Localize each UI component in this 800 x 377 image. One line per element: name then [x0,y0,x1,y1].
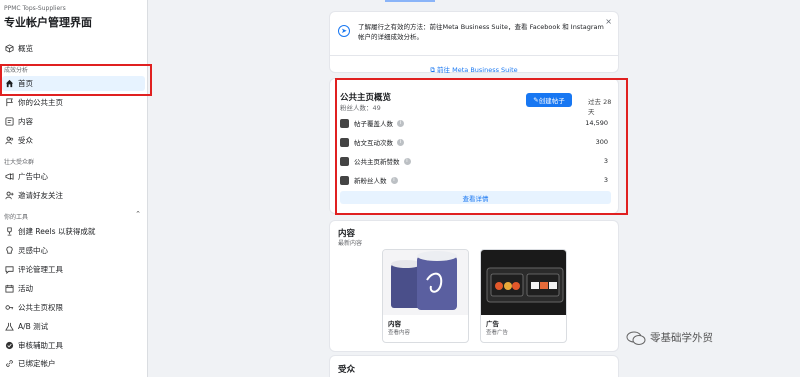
close-icon[interactable]: × [605,17,612,26]
org-name: PPMC Tops-Suppliers [4,5,66,12]
content-card: 内容 最新内容 内容 查看内容 广告 查看广告 [330,221,618,351]
annotation-box [335,78,628,215]
sidebar: PPMC Tops-Suppliers 专业帐户管理界面 概览 成效分析 ⌃ 首… [0,0,148,377]
sidebar-item-page-access[interactable]: 公共主页权限 [4,300,63,314]
trophy-icon [4,226,14,236]
sidebar-item-label: 创建 Reels 以获得成就 [18,226,96,236]
sidebar-item-review[interactable]: 审核辅助工具 [4,338,63,352]
sidebar-item-reels[interactable]: 创建 Reels 以获得成就 [4,224,95,238]
meta-suite-icon: ➤ [338,25,350,37]
content-icon [4,116,14,126]
tile-subtitle: 查看广告 [486,330,509,336]
audience-card: 受众 [330,356,618,377]
calendar-icon [4,283,14,293]
key-icon [4,302,14,312]
sidebar-item-label: 已绑定帐户 [18,358,56,368]
sidebar-item-label: 审核辅助工具 [18,340,63,350]
section-tools: 你的工具 [4,214,29,221]
sidebar-item-label: 广告中心 [18,171,48,181]
flag-icon [4,97,14,107]
badge-icon [4,340,14,350]
sidebar-item-label: 评论管理工具 [18,264,63,274]
sidebar-item-invite[interactable]: 邀请好友关注 [4,188,63,202]
sidebar-item-ad-center[interactable]: 广告中心 [4,169,48,183]
people-icon [4,135,14,145]
cup-image [383,250,468,315]
sidebar-item-label: 受众 [18,135,33,145]
divider [330,55,618,56]
comment-icon [4,264,14,274]
section-growth: 壮大受众群 [4,159,35,166]
sidebar-item-label: A/B 测试 [18,321,49,331]
bulb-icon [4,245,14,255]
ads-tile[interactable]: 广告 查看广告 [480,249,567,343]
go-meta-suite-link[interactable]: ⧉ 前往 Meta Business Suite [330,64,618,75]
sidebar-item-linked[interactable]: 已绑定帐户 [4,356,56,370]
sidebar-item-label: 公共主页权限 [18,302,63,312]
watermark: 零基础学外贸 [626,330,713,345]
tile-subtitle: 查看内容 [388,330,411,336]
sidebar-item-content[interactable]: 内容 [4,114,33,128]
cube-icon [4,43,14,53]
content-tile[interactable]: 内容 查看内容 [382,249,469,343]
wechat-icon [626,331,646,345]
link-icon [4,358,14,368]
meta-suite-banner: ➤ 了解履行之有效的方法：前往Meta Business Suite，查看 Fa… [330,12,618,75]
audience-title: 受众 [338,365,356,375]
banner-text: 了解履行之有效的方法：前往Meta Business Suite，查看 Face… [358,23,604,41]
invite-icon [4,190,14,200]
sidebar-item-comments[interactable]: 评论管理工具 [4,262,63,276]
tile-title: 广告 [486,320,499,328]
sidebar-item-inspiration[interactable]: 灵感中心 [4,243,48,257]
app-title: 专业帐户管理界面 [4,16,92,29]
sidebar-item-events[interactable]: 活动 [4,281,33,295]
sidebar-item-label: 邀请好友关注 [18,190,63,200]
sidebar-item-audience[interactable]: 受众 [4,133,33,147]
content-subtitle: 最新内容 [338,240,363,247]
flask-icon [4,321,14,331]
sidebar-item-label: 灵感中心 [18,245,48,255]
watermark-text: 零基础学外贸 [650,332,713,344]
sidebar-item-overview[interactable]: 概览 [4,41,33,55]
sidebar-item-label: 活动 [18,283,33,293]
megaphone-icon [4,171,14,181]
top-indicator [385,0,435,2]
sidebar-item-label: 你的公共主页 [18,97,63,107]
sidebar-item-label: 内容 [18,116,33,126]
sushi-tray-image [481,250,566,315]
tile-title: 内容 [388,320,401,328]
sidebar-item-public-page[interactable]: 你的公共主页 [4,95,63,109]
sidebar-item-label: 概览 [18,43,33,53]
annotation-box [0,64,152,96]
sidebar-item-ab-test[interactable]: A/B 测试 [4,319,48,333]
chevron-up-icon[interactable]: ⌃ [135,210,141,218]
